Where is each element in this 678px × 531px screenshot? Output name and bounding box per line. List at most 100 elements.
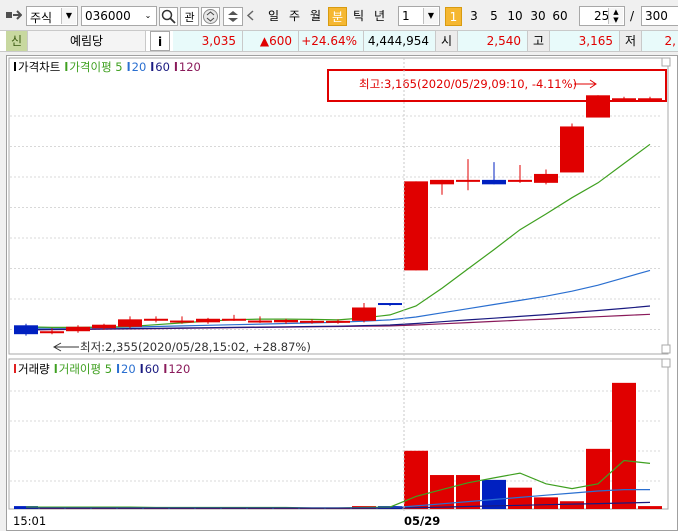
candle-body: [534, 173, 558, 183]
period-week[interactable]: 주: [285, 7, 304, 26]
price-pane-handle-icon[interactable]: [661, 57, 671, 67]
period-tick[interactable]: 틱: [349, 7, 368, 26]
minute-10[interactable]: 10: [505, 7, 525, 26]
minute-30[interactable]: 30: [528, 7, 548, 26]
stock-name: 예림당: [28, 31, 146, 51]
chevron-down-icon: ▼: [61, 8, 76, 24]
minute-60[interactable]: 60: [550, 7, 570, 26]
x-axis-date-label: 05/29: [404, 514, 440, 528]
link-icon[interactable]: [6, 9, 23, 21]
period-month[interactable]: 월: [306, 7, 325, 26]
open-label: 시: [436, 31, 458, 51]
candle-body: [248, 320, 272, 323]
legend-label: 120: [179, 60, 201, 74]
price-pane[interactable]: [8, 57, 669, 355]
info-button[interactable]: i: [150, 31, 170, 51]
candle-body: [352, 307, 376, 321]
high-annotation: 최고:3,165(2020/05/29,09:10, -4.11%): [359, 77, 577, 91]
candle-body: [508, 179, 532, 182]
x-axis: [9, 511, 668, 529]
minute-3[interactable]: 3: [466, 7, 482, 26]
legend-label: 20: [132, 60, 147, 74]
volume-bar: [534, 497, 558, 509]
legend-swatch: [174, 62, 177, 71]
total-input[interactable]: 300: [641, 6, 678, 26]
candle-body: [586, 95, 610, 118]
price-pane-handle-icon[interactable]: [661, 344, 671, 354]
candle-body: [612, 98, 636, 101]
candle-body: [40, 331, 64, 334]
spin-icon[interactable]: ▲ ▼: [608, 8, 623, 24]
volume-bar: [456, 475, 480, 509]
high-label: 고: [528, 31, 550, 51]
candle-body: [638, 98, 662, 101]
candle-body: [378, 303, 402, 306]
legend-label: 거래이평 5: [59, 362, 112, 376]
legend-label: 60: [145, 362, 160, 376]
candle-body: [92, 324, 116, 329]
candle-body: [118, 319, 142, 327]
volume-bar: [560, 501, 584, 509]
up-down-icon[interactable]: [201, 7, 220, 26]
candle-body: [222, 318, 246, 321]
legend-swatch: [14, 364, 16, 373]
period-day[interactable]: 일: [264, 7, 283, 26]
x-axis-left-label: 15:01: [13, 514, 46, 528]
legend-swatch: [164, 364, 167, 373]
count-separator: /: [630, 9, 635, 23]
volume-pane[interactable]: [8, 358, 669, 510]
candle-body: [300, 320, 324, 323]
candle-body: [326, 320, 350, 323]
volume-bar: [482, 479, 506, 509]
hide-button[interactable]: [244, 7, 258, 26]
candle-body: [14, 325, 38, 335]
market-select[interactable]: 주식 ▼: [26, 6, 78, 26]
search-button[interactable]: [159, 7, 178, 26]
minute-1[interactable]: 1: [445, 7, 462, 26]
chart-area[interactable]: 가격차트 가격이평 5 20 60 120 거래량 거래이평 5 20 60 120 최고:3,…: [6, 55, 678, 531]
legend-swatch: [54, 364, 57, 373]
chevron-down-icon: ⌄: [141, 8, 155, 24]
chevron-left-icon: [246, 10, 254, 21]
volume-bar: [586, 448, 610, 509]
candle-body: [144, 318, 168, 321]
volume-pane-handle-icon[interactable]: [661, 358, 671, 368]
minute-5[interactable]: 5: [486, 7, 502, 26]
count-stepper[interactable]: 25 ▲ ▼: [579, 6, 625, 26]
interval-select[interactable]: 1 ▼: [398, 6, 440, 26]
candle-body: [170, 320, 194, 323]
candle-body: [456, 179, 480, 182]
legend-label: 120: [168, 362, 190, 376]
new-badge: 신: [6, 31, 28, 51]
count-value: 25: [594, 9, 610, 23]
volume-bar: [638, 506, 662, 509]
low-value: 2,: [642, 31, 678, 51]
period-year[interactable]: 년: [370, 7, 389, 26]
code-input[interactable]: 036000 ⌄: [81, 6, 157, 26]
legend-label: 가격이평 5: [69, 60, 122, 74]
price-change: ▲600: [243, 31, 299, 51]
candle-body: [482, 179, 506, 185]
market-select-value: 주식: [30, 11, 53, 25]
current-price: 3,035: [173, 31, 243, 51]
legend-label: 20: [121, 362, 136, 376]
candle-body: [560, 126, 584, 173]
chevron-down-icon: ▼: [423, 8, 438, 24]
stepper-button[interactable]: [223, 7, 243, 26]
toolbar: 주식 ▼ 036000 ⌄ 관 일 주 월 분 틱 년 1 ▼ 1 3 5 10…: [0, 0, 678, 30]
legend-swatch: [127, 62, 130, 71]
legend-swatch: [151, 62, 154, 71]
candle-body: [196, 318, 220, 323]
updown-arrows-icon: [228, 11, 238, 22]
low-label: 저: [620, 31, 642, 51]
legend-swatch: [140, 364, 143, 373]
legend-label: 60: [155, 60, 170, 74]
period-minute[interactable]: 분: [328, 7, 347, 26]
interval-select-value: 1: [402, 9, 410, 23]
legend-swatch: [117, 364, 120, 373]
legend-label: 거래량: [18, 362, 50, 376]
volume-value: 4,444,954: [364, 31, 436, 51]
chart-canvas[interactable]: 가격차트 가격이평 5 20 60 120 거래량 거래이평 5 20 60 120 최고:3,…: [7, 56, 677, 530]
watch-button[interactable]: 관: [180, 7, 199, 26]
candle-body: [274, 319, 298, 323]
